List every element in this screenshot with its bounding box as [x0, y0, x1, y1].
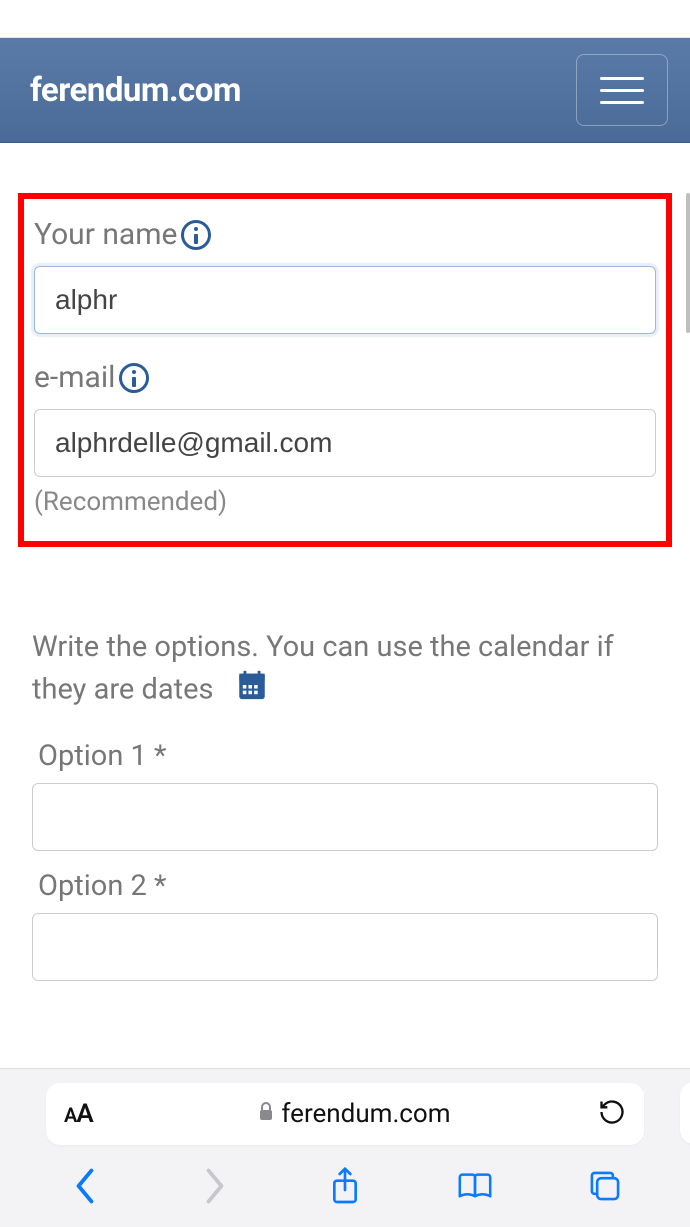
email-input[interactable]	[34, 409, 656, 477]
reload-button[interactable]	[584, 1098, 626, 1130]
option-label: Option 2 *	[32, 869, 658, 903]
name-label-text: Your name	[34, 217, 177, 252]
email-label: e-mail	[34, 360, 656, 395]
option-row: Option 2 *	[32, 869, 658, 981]
brand-logo[interactable]: ferendum.com	[30, 71, 241, 110]
hamburger-line	[600, 89, 644, 92]
options-intro-text: Write the options. You can use the calen…	[32, 630, 614, 706]
email-helper-text: (Recommended)	[34, 487, 656, 517]
option-input-1[interactable]	[32, 783, 658, 851]
share-button[interactable]	[315, 1161, 375, 1211]
hamburger-menu-button[interactable]	[576, 54, 668, 126]
options-intro: Write the options. You can use the calen…	[32, 627, 658, 713]
browser-top-strip	[0, 0, 690, 38]
back-button[interactable]	[55, 1161, 115, 1211]
email-field-group: e-mail (Recommended)	[34, 360, 656, 517]
name-field-group: Your name	[34, 217, 656, 334]
info-icon[interactable]	[181, 220, 211, 250]
name-input[interactable]	[34, 266, 656, 334]
browser-bottom-chrome: AA ferendum.com	[0, 1068, 690, 1227]
info-icon[interactable]	[119, 363, 149, 393]
browser-toolbar	[0, 1153, 690, 1227]
address-domain-text: ferendum.com	[281, 1099, 450, 1129]
email-label-text: e-mail	[34, 360, 115, 395]
bookmarks-button[interactable]	[445, 1161, 505, 1211]
address-bar-row: AA ferendum.com	[0, 1068, 690, 1153]
lock-icon	[257, 1099, 275, 1129]
forward-button	[185, 1161, 245, 1211]
tabs-button[interactable]	[575, 1161, 635, 1211]
page-content: Your name e-mail (Recommended) Write the…	[0, 193, 690, 981]
option-label: Option 1 *	[32, 739, 658, 773]
name-label: Your name	[34, 217, 656, 252]
option-input-2[interactable]	[32, 913, 658, 981]
address-display[interactable]: ferendum.com	[124, 1099, 584, 1129]
options-section: Write the options. You can use the calen…	[18, 627, 672, 981]
text-size-control[interactable]: AA	[64, 1099, 124, 1129]
option-row: Option 1 *	[32, 739, 658, 851]
hamburger-line	[600, 101, 644, 104]
highlighted-user-fields: Your name e-mail (Recommended)	[18, 193, 672, 547]
site-navbar: ferendum.com	[0, 38, 690, 143]
calendar-icon[interactable]	[235, 668, 269, 714]
scrollbar-thumb[interactable]	[686, 193, 690, 333]
address-bar[interactable]: AA ferendum.com	[46, 1083, 644, 1145]
hamburger-line	[600, 77, 644, 80]
tab-peek[interactable]	[680, 1082, 690, 1144]
